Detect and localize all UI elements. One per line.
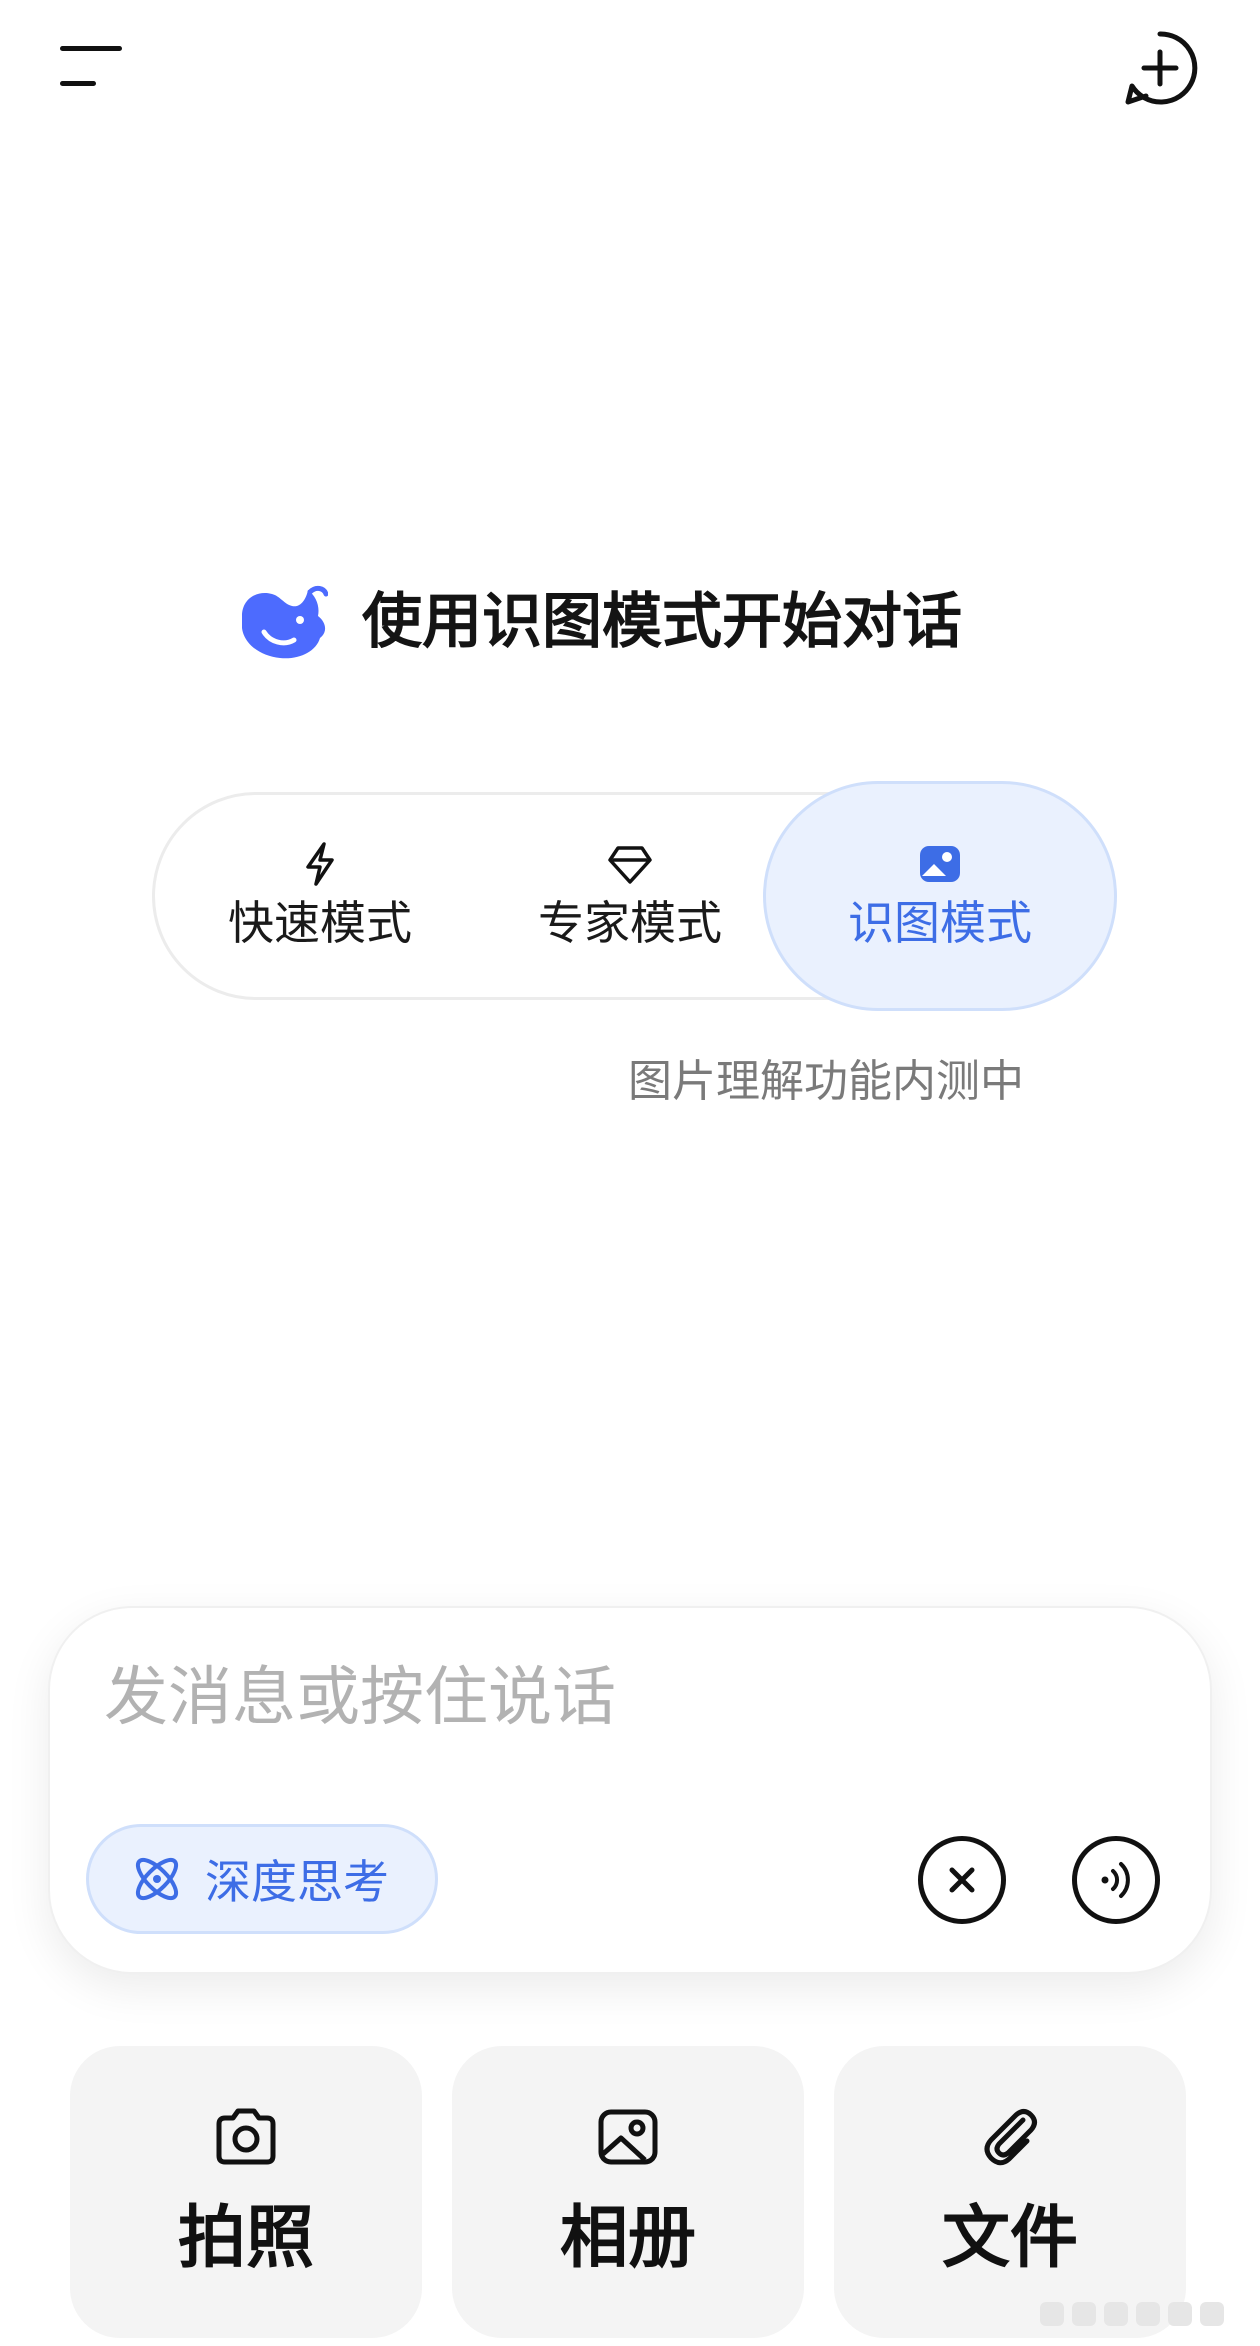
mode-fast-label: 快速模式 <box>228 896 412 950</box>
top-bar <box>0 0 1260 140</box>
new-chat-button[interactable] <box>1118 26 1202 110</box>
deep-think-toggle[interactable]: 深度思考 <box>86 1824 438 1934</box>
atom-icon <box>135 1857 179 1901</box>
mode-expert-button[interactable]: 专家模式 <box>475 795 785 997</box>
mode-note: 图片理解功能内测中 <box>628 1056 1024 1107</box>
mode-switch: 快速模式 专家模式 识图模式 <box>152 781 1117 1011</box>
mode-vision-label: 识图模式 <box>848 896 1032 950</box>
file-label: 文件 <box>941 2199 1078 2278</box>
new-chat-plus-icon <box>1125 31 1198 105</box>
camera-button[interactable]: 拍照 <box>70 2046 422 2338</box>
camera-icon <box>216 2108 276 2165</box>
close-icon <box>949 1867 975 1893</box>
sound-wave-icon <box>1101 1862 1130 1898</box>
hero: 使用识图模式开始对话 <box>0 570 1260 680</box>
hero-title: 使用识图模式开始对话 <box>362 587 962 657</box>
photo-album-button[interactable]: 相册 <box>452 2046 804 2338</box>
mode-expert-label: 专家模式 <box>538 896 722 950</box>
mode-vision-button[interactable]: 识图模式 <box>763 781 1117 1011</box>
photo-album-label: 相册 <box>559 2199 696 2278</box>
composer: 深度思考 <box>48 1606 1212 1974</box>
lightning-icon <box>306 842 334 886</box>
paperclip-icon <box>984 2109 1037 2166</box>
clear-button[interactable] <box>918 1836 1006 1924</box>
photo-album-icon <box>598 2109 658 2165</box>
diamond-icon <box>608 846 652 884</box>
watermark <box>1040 2300 1244 2328</box>
voice-button[interactable] <box>1072 1836 1160 1924</box>
deepseek-whale-logo <box>242 585 328 659</box>
message-input[interactable] <box>102 1652 1006 1744</box>
file-button[interactable]: 文件 <box>834 2046 1186 2338</box>
mode-fast-button[interactable]: 快速模式 <box>165 795 475 997</box>
image-icon <box>920 846 960 882</box>
deep-think-label: 深度思考 <box>205 1855 389 1909</box>
camera-label: 拍照 <box>177 2199 314 2278</box>
menu-button[interactable] <box>50 36 130 96</box>
